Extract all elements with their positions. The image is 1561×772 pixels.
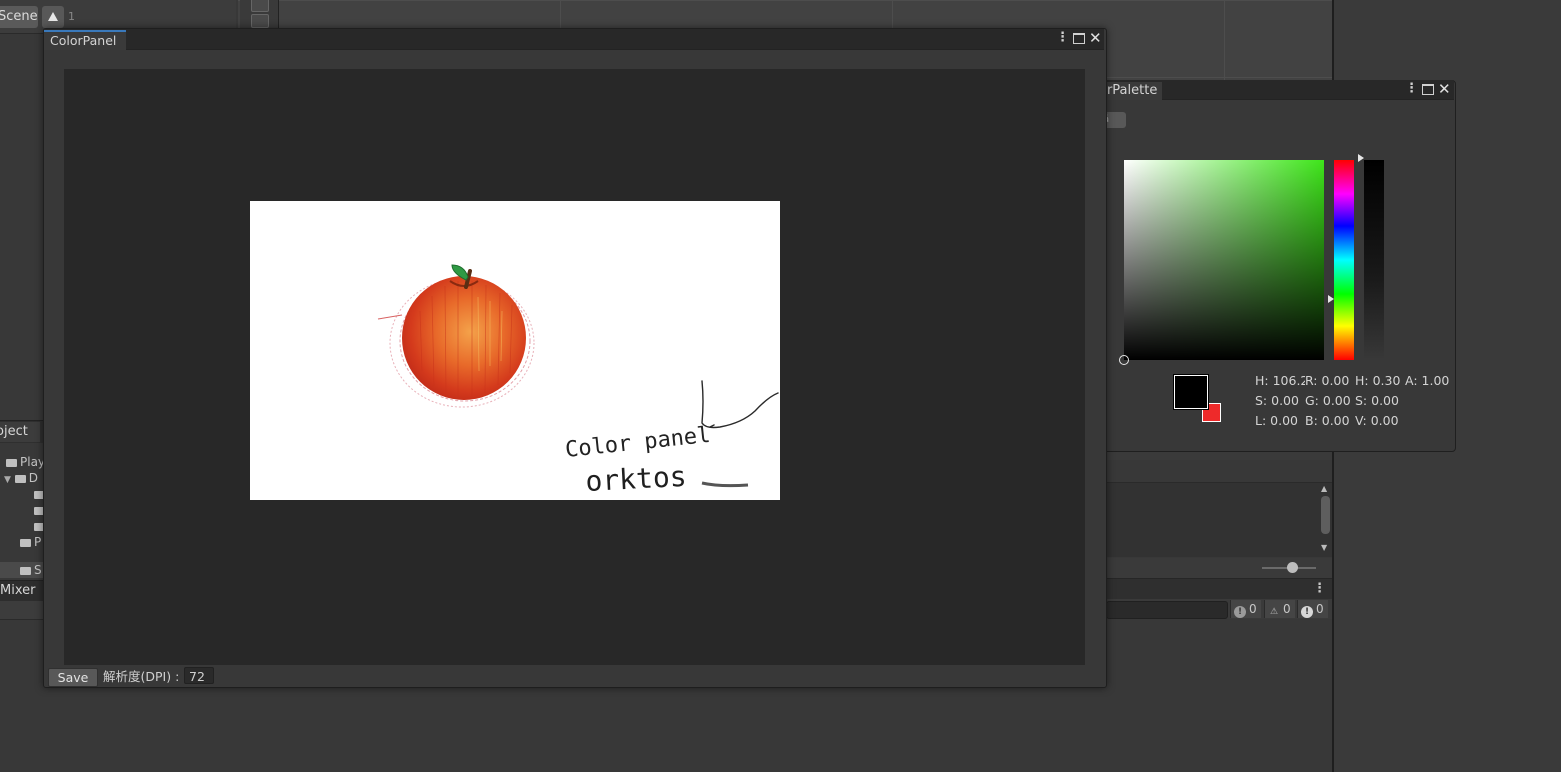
warning-icon: ⚠ bbox=[1269, 607, 1279, 617]
console-info-toggle[interactable]: ! 0 bbox=[1230, 600, 1261, 618]
maximize-icon[interactable] bbox=[1422, 84, 1434, 95]
hsv-value-value: V: 0.00 bbox=[1355, 413, 1399, 428]
signature-text-1: Color panel bbox=[564, 423, 712, 463]
tab-color-panel[interactable]: ColorPanel bbox=[44, 30, 126, 50]
scene-tab-button[interactable]: Scene bbox=[0, 6, 38, 28]
tree-item-selected[interactable]: S bbox=[0, 562, 44, 578]
expand-arrow-icon[interactable]: ▼ bbox=[4, 475, 11, 485]
rgb-blue-value: B: 0.00 bbox=[1305, 413, 1350, 428]
save-button[interactable]: Save bbox=[48, 668, 98, 687]
drawing-image: Color panel orktos bbox=[377, 264, 779, 498]
info-icon: ! bbox=[1234, 606, 1246, 618]
console-tab-bar bbox=[1106, 579, 1332, 599]
tab-audio-mixer[interactable]: Mixer bbox=[0, 580, 44, 601]
close-icon[interactable]: ✕ bbox=[1438, 80, 1451, 98]
hsv-hue-value: H: 0.30 bbox=[1355, 373, 1401, 388]
layer-up-button[interactable] bbox=[42, 6, 64, 28]
scene-tools bbox=[240, 0, 279, 30]
folder-icon bbox=[20, 539, 31, 547]
rotate-tool-icon[interactable] bbox=[251, 14, 269, 28]
tab-color-palette[interactable]: orPalette bbox=[1105, 82, 1162, 100]
hue-slider[interactable] bbox=[1334, 160, 1354, 360]
hsl-saturation-value: S: 0.00 bbox=[1255, 393, 1299, 408]
error-icon: ! bbox=[1301, 606, 1313, 618]
tree-item[interactable]: Play bbox=[6, 454, 44, 470]
palette-option-button[interactable]: ä bbox=[1103, 112, 1126, 128]
alpha-value: A: 1.00 bbox=[1405, 373, 1450, 388]
scroll-up-icon[interactable]: ▲ bbox=[1321, 484, 1327, 493]
tree-item[interactable]: ▼ D bbox=[4, 470, 38, 486]
value-slider-handle[interactable] bbox=[1358, 154, 1364, 162]
color-picker-cursor[interactable] bbox=[1119, 355, 1129, 365]
tree-item: S bbox=[20, 562, 42, 578]
console-warning-toggle[interactable]: ⚠ 0 bbox=[1264, 600, 1295, 618]
hsl-hue-value: H: 106.2 bbox=[1255, 373, 1309, 388]
kebab-menu-icon[interactable]: ⋮ bbox=[1405, 81, 1418, 96]
tab-project[interactable]: oject bbox=[0, 422, 40, 442]
console-error-toggle[interactable]: ! 0 bbox=[1297, 600, 1328, 618]
move-tool-icon[interactable] bbox=[251, 0, 269, 12]
hsl-lightness-value: L: 0.00 bbox=[1255, 413, 1298, 428]
folder-icon bbox=[14, 475, 26, 483]
inspector-list bbox=[1106, 482, 1332, 557]
color-panel-header[interactable] bbox=[44, 29, 1104, 50]
layer-count: 1 bbox=[68, 10, 75, 23]
hue-slider-handle[interactable] bbox=[1328, 295, 1334, 303]
scrollbar-thumb[interactable] bbox=[1321, 496, 1330, 534]
maximize-icon[interactable] bbox=[1073, 33, 1085, 44]
rgb-green-value: G: 0.00 bbox=[1305, 393, 1351, 408]
hsv-saturation-value: S: 0.00 bbox=[1355, 393, 1399, 408]
dpi-label: 解析度(DPI) : bbox=[103, 669, 180, 684]
signature-text-2: orktos bbox=[585, 460, 688, 498]
current-color-swatch[interactable] bbox=[1173, 374, 1209, 410]
rgb-red-value: R: 0.00 bbox=[1305, 373, 1350, 388]
folder-icon bbox=[6, 459, 17, 467]
close-icon[interactable]: ✕ bbox=[1089, 29, 1102, 47]
scroll-down-icon[interactable]: ▼ bbox=[1321, 543, 1327, 552]
tree-item[interactable]: P bbox=[20, 534, 41, 550]
saturation-value-picker[interactable] bbox=[1124, 160, 1324, 360]
folder-icon bbox=[20, 567, 31, 575]
dpi-input[interactable]: 72 bbox=[184, 667, 214, 684]
console-search-input[interactable] bbox=[1106, 601, 1228, 619]
kebab-menu-icon[interactable]: ⋮ bbox=[1313, 581, 1326, 596]
mixer-toolbar bbox=[0, 601, 44, 620]
kebab-menu-icon[interactable]: ⋮ bbox=[1056, 30, 1069, 45]
zoom-slider-knob[interactable] bbox=[1287, 562, 1298, 573]
value-slider[interactable] bbox=[1364, 160, 1384, 360]
drawing-canvas[interactable]: Color panel orktos bbox=[250, 201, 780, 500]
